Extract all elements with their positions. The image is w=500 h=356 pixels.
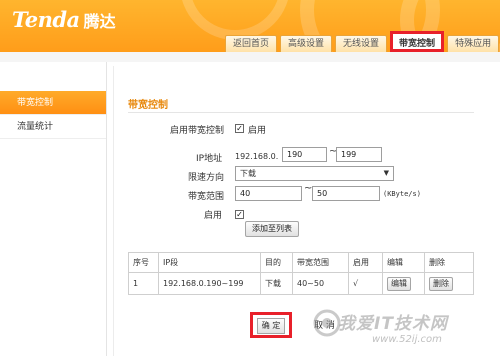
direction-select[interactable]: 下载 ▼	[235, 166, 394, 181]
enable-bandwidth-checkbox-label: 启用	[248, 126, 267, 136]
column-header-direction: 目的	[260, 252, 293, 273]
column-header-edit: 编辑	[382, 252, 425, 273]
ip-start-input[interactable]: 190	[282, 147, 327, 162]
column-header-index: 序号	[128, 252, 159, 273]
edit-button[interactable]: 编辑	[387, 276, 411, 291]
section-title: 带宽控制	[128, 100, 168, 111]
bandwidth-min-input[interactable]: 40	[235, 186, 302, 201]
row-index: 1	[128, 272, 159, 295]
enable-bandwidth-checkbox[interactable]: ✓	[235, 124, 244, 133]
enable-bandwidth-label: 启用带宽控制	[170, 126, 225, 136]
row-delete-cell: 删除	[424, 272, 474, 295]
top-nav: 返回首页 高级设置 无线设置 带宽控制 特殊应用	[225, 31, 500, 52]
sidebar-item-bandwidth-control[interactable]: 带宽控制	[0, 91, 106, 115]
enable-rule-checkbox[interactable]: ✓	[235, 210, 244, 219]
direction-select-value: 下载	[240, 169, 256, 178]
row-enabled: √	[348, 272, 383, 295]
sidebar-item-traffic-stats[interactable]: 流量统计	[0, 115, 106, 139]
table-header-row: 序号 IP段 目的 带宽范围 启用 编辑 删除	[128, 252, 474, 273]
ok-button-highlight: 确 定	[250, 312, 292, 338]
add-to-list-button[interactable]: 添加至列表	[245, 221, 299, 237]
tenda-logo: Tenda 腾达	[12, 7, 116, 33]
direction-label: 限速方向	[188, 173, 225, 183]
table-row: 1 192.168.0.190~199 下载 40~50 √ 编辑 删除	[128, 272, 474, 295]
logo-text-cn: 腾达	[83, 12, 116, 31]
watermark-url: www.52ij.com	[372, 334, 442, 345]
header-bar: Tenda 腾达 返回首页 高级设置 无线设置 带宽控制 特殊应用	[0, 0, 500, 52]
section-divider	[128, 112, 474, 113]
row-direction: 下载	[260, 272, 293, 295]
chevron-down-icon: ▼	[383, 169, 389, 177]
ip-end-input[interactable]: 199	[336, 147, 382, 162]
ok-button[interactable]: 确 定	[257, 318, 285, 334]
tab-bandwidth-control[interactable]: 带宽控制	[390, 31, 445, 52]
delete-button[interactable]: 删除	[429, 276, 453, 291]
column-header-enabled: 启用	[348, 252, 383, 273]
row-ip-range: 192.168.0.190~199	[158, 272, 261, 295]
enable-rule-label: 启用	[204, 211, 223, 221]
bandwidth-max-input[interactable]: 50	[312, 186, 380, 201]
tab-advanced[interactable]: 高级设置	[280, 35, 333, 52]
column-header-bandwidth: 带宽范围	[292, 252, 349, 273]
bandwidth-unit: (KByte/s)	[383, 190, 421, 198]
tab-wireless[interactable]: 无线设置	[335, 35, 388, 52]
bandwidth-range-label: 带宽范围	[188, 192, 225, 202]
site-watermark: 我爱IT技术网 www.52ij.com	[312, 306, 500, 356]
bandwidth-rules-table: 序号 IP段 目的 带宽范围 启用 编辑 删除 1 192.168.0.190~…	[128, 252, 474, 295]
watermark-text: 我爱IT技术网	[338, 314, 448, 334]
header-divider-strip	[0, 52, 500, 62]
logo-text-en: Tenda	[12, 7, 80, 32]
tab-home[interactable]: 返回首页	[225, 35, 278, 52]
row-edit-cell: 编辑	[382, 272, 425, 295]
column-header-delete: 删除	[424, 252, 474, 273]
column-header-ip-range: IP段	[158, 252, 261, 273]
row-bandwidth: 40~50	[292, 272, 349, 295]
ip-prefix-text: 192.168.0.	[235, 152, 279, 161]
ip-address-label: IP地址	[196, 154, 223, 164]
tab-special-apps[interactable]: 特殊应用	[447, 35, 500, 52]
sidebar: 带宽控制 流量统计	[0, 62, 107, 356]
